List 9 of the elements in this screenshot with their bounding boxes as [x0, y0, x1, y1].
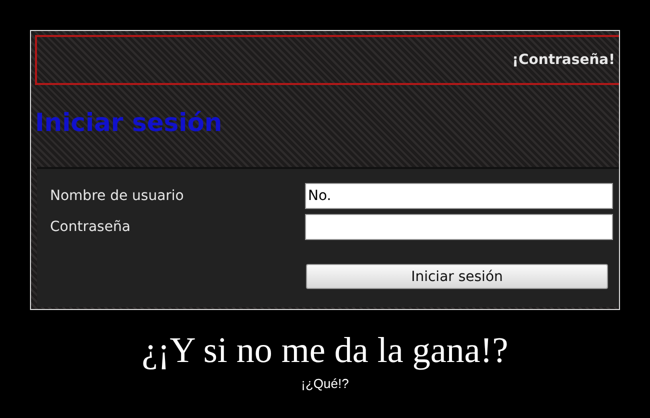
- input-field[interactable]: [305, 214, 613, 240]
- alert-text: ¡Contraseña!: [512, 52, 615, 68]
- login-button[interactable]: Iniciar sesión: [306, 264, 608, 289]
- field-label: Contraseña: [50, 219, 132, 235]
- page-heading: Iniciar sesión: [35, 107, 224, 139]
- poster-subtitle: ¡¿Qué!?: [301, 376, 349, 391]
- poster-title: ¿¡Y si no me da la gana!?: [142, 329, 508, 372]
- input-field[interactable]: No.: [305, 183, 613, 209]
- field-label: Nombre de usuario: [50, 188, 185, 204]
